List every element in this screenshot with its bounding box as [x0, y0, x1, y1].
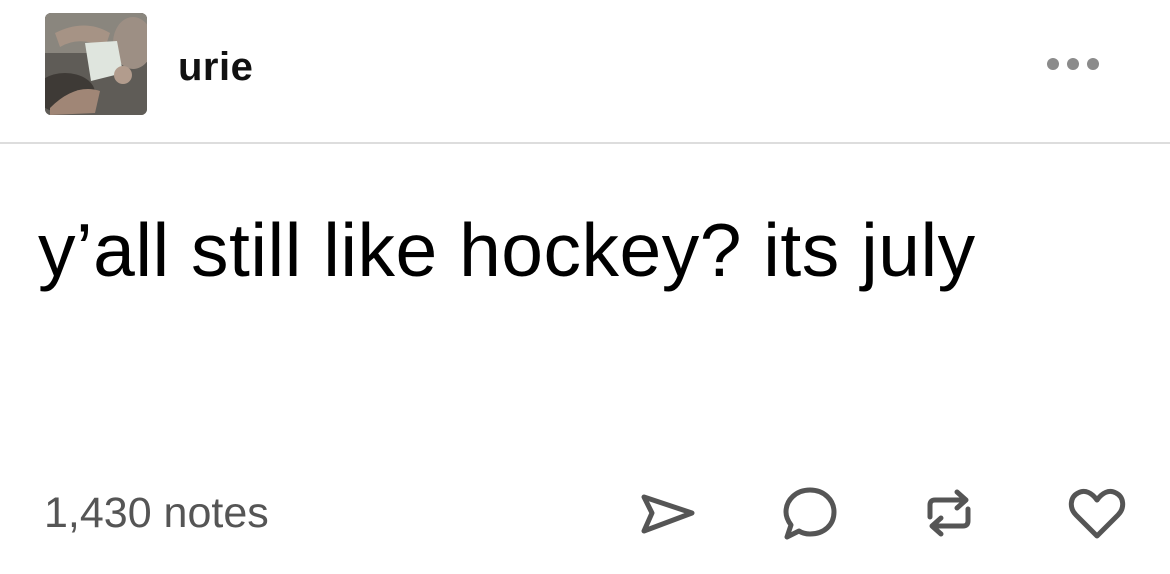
- post-footer: 1,430 notes: [0, 470, 1170, 560]
- more-dot: [1047, 58, 1059, 70]
- like-button[interactable]: [1066, 482, 1128, 544]
- post-header: urie: [0, 0, 1170, 144]
- notes-count[interactable]: 1,430 notes: [44, 488, 269, 538]
- avatar-image: [45, 13, 147, 115]
- speech-bubble-reply-icon: [783, 487, 837, 540]
- more-options-button[interactable]: [1036, 48, 1110, 80]
- reblog-button[interactable]: [918, 482, 980, 544]
- reblog-arrows-icon: [927, 489, 971, 537]
- reply-button[interactable]: [779, 482, 841, 544]
- paper-plane-share-icon: [641, 494, 695, 534]
- avatar[interactable]: [45, 13, 147, 115]
- heart-like-icon: [1068, 488, 1126, 539]
- more-dot: [1067, 58, 1079, 70]
- share-button[interactable]: [637, 482, 699, 544]
- username[interactable]: urie: [178, 44, 253, 90]
- post-text: y’all still like hockey? its july: [38, 208, 976, 292]
- more-dot: [1087, 58, 1099, 70]
